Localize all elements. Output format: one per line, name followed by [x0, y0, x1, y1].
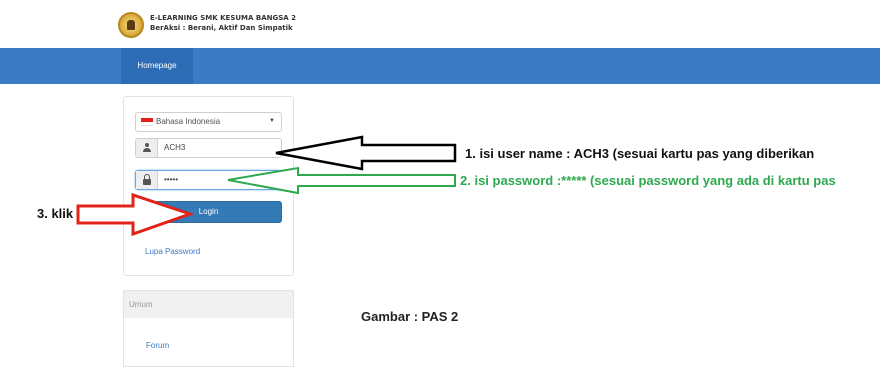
green-arrow-icon	[227, 166, 456, 195]
annotation-step-3: 3. klik	[37, 206, 74, 221]
red-arrow-icon	[76, 192, 195, 237]
annotation-step-2: 2. isi password :***** (sesuai password …	[460, 173, 836, 188]
figure-caption: Gambar : PAS 2	[361, 309, 459, 324]
black-arrow-icon	[275, 135, 457, 171]
annotation-step-1: 1. isi user name : ACH3 (sesuai kartu pa…	[465, 146, 815, 161]
